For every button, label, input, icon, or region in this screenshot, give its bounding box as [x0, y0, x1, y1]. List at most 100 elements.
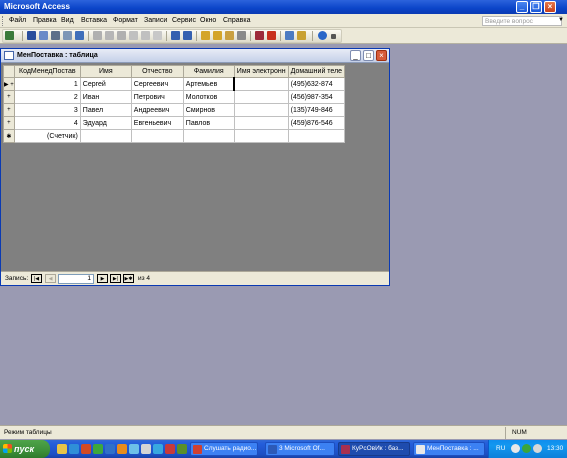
menu-help[interactable]: Справка [223, 17, 250, 24]
table-cell[interactable] [130, 129, 184, 143]
menu-view[interactable]: Вид [61, 17, 74, 24]
tray-antivirus-icon[interactable] [522, 444, 531, 453]
table-cell[interactable] [233, 90, 289, 104]
table-cell[interactable]: 3 [13, 103, 81, 117]
menu-edit[interactable]: Правка [33, 17, 57, 24]
table-cell[interactable]: (495)632-874 [287, 77, 346, 91]
chevron-down-icon[interactable]: ▼ [558, 17, 564, 23]
table-cell[interactable]: 1 [13, 77, 81, 91]
quick-launch-media-icon[interactable] [81, 444, 91, 454]
table-cell[interactable]: Артемьев [182, 77, 235, 91]
previous-record-icon[interactable]: ◀ [45, 274, 56, 283]
new-record-nav-icon[interactable]: ▶✱ [123, 274, 134, 283]
maximize-icon[interactable]: □ [363, 50, 374, 61]
table-cell[interactable]: Молотков [182, 90, 235, 104]
copy-icon[interactable] [105, 31, 114, 40]
database-window-icon[interactable] [285, 31, 294, 40]
table-row[interactable]: + 2 Иван Петрович Молотков (456)987-354 [3, 90, 346, 104]
table-cell[interactable] [233, 77, 289, 91]
table-cell[interactable]: (135)749-846 [287, 103, 346, 117]
minimize-icon[interactable]: _ [516, 1, 528, 13]
ask-question-input[interactable]: Введите вопрос [482, 16, 562, 26]
table-cell[interactable] [182, 129, 235, 143]
column-header[interactable]: Отчество [130, 65, 184, 78]
paste-icon[interactable] [117, 31, 126, 40]
quick-launch-app3-icon[interactable] [153, 444, 163, 454]
table-cell[interactable]: Сергей [79, 77, 132, 91]
table-cell[interactable]: Иван [79, 90, 132, 104]
quick-launch-desktop-icon[interactable] [129, 444, 139, 454]
table-cell[interactable] [233, 103, 289, 117]
menu-window[interactable]: Окно [200, 17, 216, 24]
quick-launch-firefox-icon[interactable] [117, 444, 127, 454]
menu-insert[interactable]: Вставка [81, 17, 107, 24]
undo-icon[interactable] [129, 31, 138, 40]
table-cell[interactable]: Эдуард [79, 116, 132, 130]
print-icon[interactable] [51, 31, 60, 40]
cut-icon[interactable] [93, 31, 102, 40]
quick-launch-app-icon[interactable] [93, 444, 103, 454]
spelling-icon[interactable] [75, 31, 84, 40]
table-cell[interactable]: (459)876-546 [287, 116, 346, 130]
hyperlink-icon[interactable] [153, 31, 162, 40]
task-radio[interactable]: Слушать радио... [190, 442, 258, 456]
table-cell[interactable] [79, 129, 132, 143]
autonumber-placeholder[interactable]: (Счетчик) [13, 129, 81, 143]
filter-by-selection-icon[interactable] [201, 31, 210, 40]
file-search-icon[interactable] [39, 31, 48, 40]
expand-icon[interactable]: + [3, 90, 15, 104]
current-record-indicator[interactable]: ▶ + [3, 77, 15, 91]
table-cell[interactable]: Андреевич [130, 103, 184, 117]
sort-ascending-icon[interactable] [171, 31, 180, 40]
quick-launch-word-icon[interactable] [105, 444, 115, 454]
table-cell[interactable]: Петрович [130, 90, 184, 104]
column-header[interactable]: КодМенедПостав [13, 65, 81, 78]
new-record-icon[interactable] [255, 31, 264, 40]
table-cell[interactable]: Сергеевич [130, 77, 184, 91]
minimize-icon[interactable]: _ [350, 50, 361, 61]
first-record-icon[interactable]: |◀ [31, 274, 42, 283]
menu-file[interactable]: Файл [9, 17, 26, 24]
table-cell[interactable]: Евгеньевич [130, 116, 184, 130]
column-header[interactable]: Домашний теле [287, 65, 346, 78]
tray-volume-icon[interactable] [533, 444, 542, 453]
new-record-icon[interactable]: ✱ [3, 129, 15, 143]
column-header[interactable]: Имя электронн [233, 65, 289, 78]
expand-icon[interactable]: + [3, 103, 15, 117]
table-cell[interactable] [233, 116, 289, 130]
record-number-input[interactable]: 1 [58, 274, 94, 284]
filter-by-form-icon[interactable] [213, 31, 222, 40]
next-record-icon[interactable]: ▶ [97, 274, 108, 283]
menu-format[interactable]: Формат [113, 17, 138, 24]
new-record-row[interactable]: ✱ (Счетчик) [3, 129, 346, 143]
table-cell[interactable]: Павлов [182, 116, 235, 130]
sort-descending-icon[interactable] [183, 31, 192, 40]
table-cell[interactable]: 2 [13, 90, 81, 104]
language-indicator[interactable]: RU [496, 445, 505, 452]
quick-launch-app2-icon[interactable] [141, 444, 151, 454]
tray-network-icon[interactable] [511, 444, 520, 453]
start-button[interactable]: пуск [0, 440, 50, 458]
table-cell[interactable] [233, 129, 289, 143]
redo-icon[interactable] [141, 31, 150, 40]
close-icon[interactable]: × [544, 1, 556, 13]
task-database[interactable]: КуРсОвИк : баз... [338, 442, 410, 456]
close-icon[interactable]: × [376, 50, 387, 61]
toolbar-options-icon[interactable] [331, 34, 336, 39]
quick-launch-app5-icon[interactable] [177, 444, 187, 454]
help-icon[interactable] [318, 31, 327, 40]
table-cell[interactable] [287, 129, 346, 143]
table-cell[interactable]: (456)987-354 [287, 90, 346, 104]
table-cell[interactable]: Смирнов [182, 103, 235, 117]
view-icon[interactable] [5, 31, 14, 40]
expand-icon[interactable]: + [3, 116, 15, 130]
menu-tools[interactable]: Сервис [172, 17, 196, 24]
last-record-icon[interactable]: ▶| [110, 274, 121, 283]
select-all-corner[interactable] [3, 65, 15, 78]
column-header[interactable]: Фамилия [182, 65, 235, 78]
task-office[interactable]: 3 Microsoft Of... [265, 442, 335, 456]
find-icon[interactable] [237, 31, 246, 40]
delete-record-icon[interactable] [267, 31, 276, 40]
table-row[interactable]: ▶ + 1 Сергей Сергеевич Артемьев (495)632… [3, 77, 346, 91]
apply-filter-icon[interactable] [225, 31, 234, 40]
